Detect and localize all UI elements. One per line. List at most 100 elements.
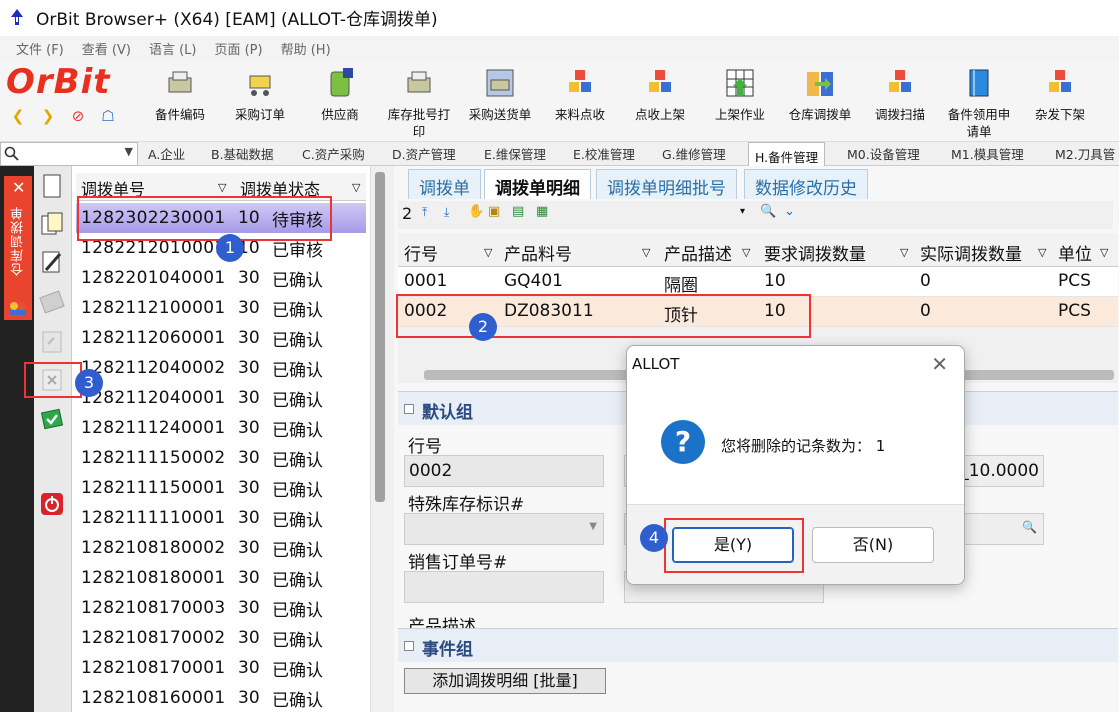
toolbar-btn-spare-part-code[interactable]: 备件编码 (146, 62, 214, 140)
filter-icon[interactable]: ▽ (218, 181, 226, 194)
list-item[interactable]: 1282108170003 30 已确认 (76, 593, 366, 623)
cell-status-code: 30 (238, 298, 260, 318)
col-product-desc[interactable]: 产品描述 (664, 240, 732, 265)
toolbar-btn-supplier[interactable]: 供应商 (306, 62, 374, 140)
forward-icon[interactable]: ❯ (38, 106, 58, 126)
col-product-no[interactable]: 产品料号 (504, 240, 572, 265)
close-icon[interactable]: ✕ (12, 178, 25, 197)
tab-equipment[interactable]: M0.设备管理 (847, 144, 920, 163)
filter-icon[interactable]: ▽ (484, 246, 492, 259)
filter-icon[interactable]: ▽ (1038, 246, 1046, 259)
toolbar-btn-shelving[interactable]: 上架作业 (706, 62, 774, 140)
list-scrollbar[interactable] (370, 166, 394, 712)
list-item[interactable]: 1282108170002 30 已确认 (76, 623, 366, 653)
stop-icon[interactable]: ⊘ (68, 106, 88, 126)
tab-maintenance[interactable]: E.维保管理 (484, 144, 546, 163)
list-item[interactable]: 1282111150002 30 已确认 (76, 443, 366, 473)
tab-transfer-detail-batch[interactable]: 调拨单明细批号 (596, 169, 737, 199)
tab-basic-data[interactable]: B.基础数据 (211, 144, 274, 163)
chevron-down-icon[interactable]: ▼ (125, 145, 133, 158)
tab-transfer-detail[interactable]: 调拨单明细 (484, 169, 591, 199)
list-item[interactable]: 1282108180002 30 已确认 (76, 533, 366, 563)
toolbar-btn-warehouse-transfer[interactable]: 仓库调拨单 (782, 62, 858, 140)
side-panel-tab[interactable]: ✕ 仓库调拨单 (4, 176, 32, 320)
collapse-icon[interactable] (404, 404, 414, 414)
col-required-qty[interactable]: 要求调拨数量 (764, 240, 866, 265)
col-unit[interactable]: 单位 (1058, 240, 1092, 265)
toolbar-btn-requisition[interactable]: 备件领用申 请单 (940, 62, 1018, 140)
group-event-header[interactable]: 事件组 (398, 628, 1118, 662)
close-icon[interactable]: ✕ (931, 352, 948, 376)
tab-molds[interactable]: M1.模具管理 (951, 144, 1024, 163)
menu-help[interactable]: 帮助 (H) (281, 39, 331, 58)
expand-icon[interactable]: ⌄ (784, 204, 795, 219)
list-item[interactable]: 1282112040002 30 已确认 (76, 353, 366, 383)
special-stock-select[interactable]: ▼ (404, 513, 604, 545)
tab-asset-management[interactable]: D.资产管理 (392, 144, 456, 163)
new-document-icon[interactable] (38, 172, 66, 200)
list-item[interactable]: 1282111150001 30 已确认 (76, 473, 366, 503)
table-row[interactable]: 0001 GQ401 隔圈 10 0 PCS (398, 267, 1118, 297)
sales-order-field[interactable] (404, 571, 604, 603)
home-icon[interactable]: ☖ (98, 106, 118, 126)
move-top-icon[interactable]: ⤒ (422, 205, 427, 220)
menu-file[interactable]: 文件 (F) (16, 39, 64, 58)
chevron-down-icon[interactable]: ▼ (589, 521, 597, 532)
list-item[interactable]: 1282112100001 30 已确认 (76, 293, 366, 323)
toolbar-btn-transfer-scan[interactable]: 调拨扫描 (866, 62, 934, 140)
collapse-icon[interactable] (404, 641, 414, 651)
copy-document-icon[interactable] (38, 210, 66, 238)
list-item[interactable]: 1282108160001 30 已确认 (76, 683, 366, 713)
filter-icon[interactable]: ▽ (352, 181, 360, 194)
filter-icon[interactable]: ▽ (900, 246, 908, 259)
chevron-down-icon[interactable]: ▾ (740, 206, 745, 217)
edit-icon[interactable] (38, 248, 66, 276)
tab-change-history[interactable]: 数据修改历史 (744, 169, 868, 199)
scroll-thumb[interactable] (375, 172, 385, 502)
toolbar-btn-misc-issue[interactable]: 杂发下架 (1026, 62, 1094, 140)
toolbar-btn-delivery-note[interactable]: 采购送货单 (462, 62, 538, 140)
filter-icon[interactable]: ▽ (742, 246, 750, 259)
hand-icon[interactable]: ✋ (468, 204, 484, 219)
list-item[interactable]: 1282111110001 30 已确认 (76, 503, 366, 533)
filter-icon[interactable]: ▽ (642, 246, 650, 259)
list-item[interactable]: 1282108180001 30 已确认 (76, 563, 366, 593)
menu-view[interactable]: 查看 (V) (82, 39, 131, 58)
list-item[interactable]: 1282112040001 30 已确认 (76, 383, 366, 413)
list-item[interactable]: 1282201040001 30 已确认 (76, 263, 366, 293)
menu-page[interactable]: 页面 (P) (214, 39, 262, 58)
cell-transfer-no: 1282112040001 (81, 388, 226, 408)
filter-icon[interactable]: ▽ (1100, 246, 1108, 259)
tab-transfer-order[interactable]: 调拨单 (408, 169, 481, 199)
export-icon[interactable]: ▤ (512, 204, 524, 219)
toolbar-btn-batch-print[interactable]: 库存批号打 印 (380, 62, 458, 140)
zoom-icon[interactable]: 🔍 (760, 204, 776, 219)
tab-enterprise[interactable]: A.企业 (148, 144, 185, 163)
col-line-no[interactable]: 行号 (404, 240, 438, 265)
back-icon[interactable]: ❮ (8, 106, 28, 126)
menu-language[interactable]: 语言 (L) (149, 39, 197, 58)
toolbar-btn-incoming-receipt[interactable]: 来料点收 (546, 62, 614, 140)
cell-status-text: 已确认 (272, 480, 323, 501)
tab-repair[interactable]: G.维修管理 (662, 144, 726, 163)
tab-calibration[interactable]: E.校准管理 (573, 144, 635, 163)
move-bottom-icon[interactable]: ⤓ (444, 205, 449, 220)
no-button[interactable]: 否(N) (812, 527, 934, 563)
copy-icon[interactable]: ▣ (488, 204, 500, 219)
search-icon[interactable]: 🔍 (1022, 520, 1037, 534)
col-actual-qty[interactable]: 实际调拨数量 (920, 240, 1022, 265)
list-item[interactable]: 1282108170001 30 已确认 (76, 653, 366, 683)
list-item[interactable]: 1282112060001 30 已确认 (76, 323, 366, 353)
list-item[interactable]: 1282111240001 30 已确认 (76, 413, 366, 443)
add-detail-batch-button[interactable]: 添加调拨明细 [批量] (404, 668, 606, 694)
tab-spare-parts[interactable]: H.备件管理 (748, 142, 826, 167)
line-no-field[interactable]: 0002 (404, 455, 604, 487)
grid-settings-icon[interactable]: ▦ (536, 204, 548, 219)
tab-asset-purchase[interactable]: C.资产采购 (302, 144, 365, 163)
search-input[interactable]: ▼ (0, 142, 138, 166)
power-icon[interactable] (38, 490, 66, 518)
toolbar-btn-purchase-order[interactable]: 采购订单 (226, 62, 294, 140)
tab-tools[interactable]: M2.刀具管 (1055, 144, 1115, 163)
toolbar-btn-receive-shelve[interactable]: 点收上架 (626, 62, 694, 140)
confirm-icon[interactable] (38, 405, 66, 433)
